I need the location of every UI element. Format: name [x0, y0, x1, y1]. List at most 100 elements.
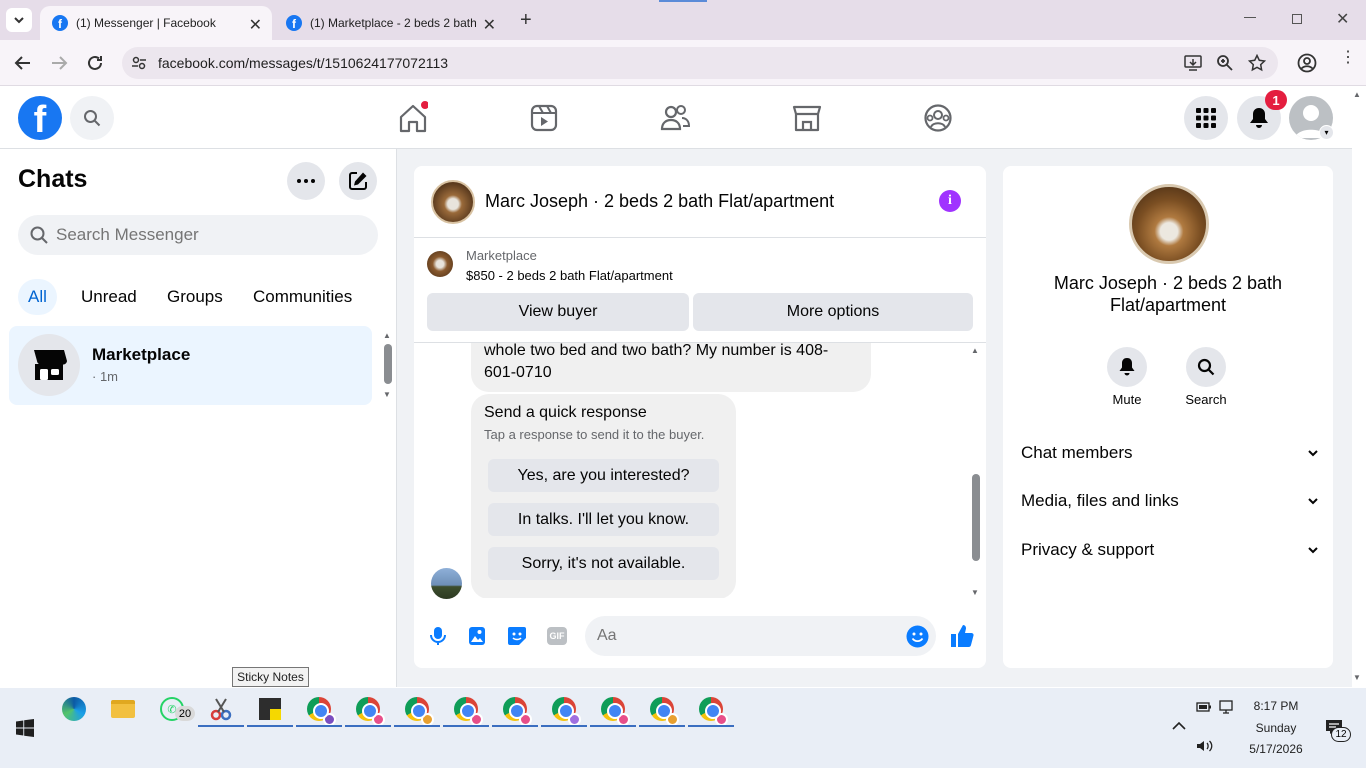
microphone-icon[interactable]	[429, 626, 447, 646]
menu-grid-button[interactable]	[1184, 96, 1228, 140]
mute-button[interactable]	[1107, 347, 1147, 387]
network-icon[interactable]	[1219, 700, 1237, 714]
chats-options-button[interactable]	[287, 162, 325, 200]
sticky-notes-icon[interactable]	[253, 694, 287, 724]
listing-thumbnail	[427, 251, 453, 277]
close-window-icon[interactable]: ✕	[1336, 9, 1349, 29]
new-tab-button[interactable]: +	[520, 9, 532, 32]
message-scroll-down-icon[interactable]: ▼	[971, 588, 979, 597]
clock-day[interactable]: Sunday	[1246, 721, 1306, 735]
whatsapp-badge: 20	[175, 706, 195, 721]
volume-icon[interactable]	[1196, 739, 1214, 753]
view-buyer-button[interactable]: View buyer	[427, 293, 689, 331]
new-message-button[interactable]	[339, 162, 377, 200]
close-tab-icon[interactable]: ✕	[249, 15, 262, 35]
filter-groups[interactable]: Groups	[157, 279, 233, 315]
thumbs-up-icon[interactable]	[949, 623, 975, 649]
clock-date[interactable]: 5/17/2026	[1246, 742, 1306, 756]
chrome-window-icon[interactable]	[547, 694, 581, 726]
emoji-icon[interactable]	[906, 625, 929, 648]
message-composer[interactable]	[585, 616, 936, 656]
scroll-down-arrow-icon[interactable]: ▼	[383, 390, 391, 399]
filter-unread[interactable]: Unread	[71, 279, 147, 315]
restore-window-icon[interactable]	[1292, 14, 1302, 24]
facebook-logo[interactable]: f	[18, 96, 62, 140]
clock-time[interactable]: 8:17 PM	[1246, 699, 1306, 713]
tab-messenger[interactable]: f (1) Messenger | Facebook ✕	[40, 6, 272, 40]
facebook-search-button[interactable]	[70, 96, 114, 140]
snipping-tool-icon[interactable]	[204, 694, 238, 724]
file-explorer-icon[interactable]	[106, 694, 140, 724]
chrome-window-icon[interactable]	[596, 694, 630, 726]
quick-response-option[interactable]: In talks. I'll let you know.	[488, 503, 719, 536]
site-info-icon[interactable]	[131, 55, 147, 71]
privacy-support-section[interactable]: Privacy & support	[1021, 540, 1319, 560]
chat-list-scrollbar[interactable]	[384, 344, 392, 384]
friends-icon[interactable]	[660, 101, 690, 135]
battery-icon[interactable]	[1196, 700, 1212, 714]
tab-title: (1) Messenger | Facebook	[76, 16, 216, 30]
listing-summary[interactable]: $850 - 2 beds 2 bath Flat/apartment	[466, 268, 673, 283]
chrome-window-icon[interactable]	[694, 694, 728, 726]
show-hidden-icons-chevron-icon[interactable]	[1172, 721, 1186, 731]
minimize-window-icon[interactable]	[1244, 17, 1256, 18]
page-scroll-down-icon[interactable]: ▼	[1353, 673, 1361, 682]
messenger-search-field[interactable]	[18, 215, 378, 255]
chat-name: Marketplace	[92, 345, 191, 364]
groups-icon[interactable]	[923, 101, 953, 135]
url-text[interactable]: facebook.com/messages/t/1510624177072113	[158, 55, 448, 71]
details-avatar[interactable]	[1129, 184, 1209, 264]
section-label: Media, files and links	[1021, 491, 1179, 510]
conversation-info-button[interactable]: i	[939, 190, 961, 212]
filter-all[interactable]: All	[18, 279, 57, 315]
zoom-icon[interactable]	[1216, 54, 1234, 72]
install-app-icon[interactable]	[1184, 54, 1202, 72]
messenger-search-input[interactable]	[56, 225, 356, 245]
chrome-window-icon[interactable]	[400, 694, 434, 726]
marketplace-icon[interactable]	[792, 101, 822, 135]
tab-marketplace[interactable]: f (1) Marketplace - 2 beds 2 bath ✕	[274, 6, 506, 40]
chrome-window-icon[interactable]	[302, 694, 336, 726]
chat-members-section[interactable]: Chat members	[1021, 443, 1319, 463]
home-icon[interactable]	[398, 101, 428, 135]
chrome-window-icon[interactable]	[645, 694, 679, 726]
chrome-window-icon[interactable]	[498, 694, 532, 726]
contact-avatar[interactable]	[431, 180, 475, 224]
edge-icon[interactable]	[57, 694, 91, 724]
windows-start-icon[interactable]	[16, 719, 34, 737]
chats-title: Chats	[18, 165, 88, 193]
browser-menu-icon[interactable]: ⋮	[1340, 50, 1356, 66]
media-files-links-section[interactable]: Media, files and links	[1021, 491, 1319, 511]
message-scroll-up-icon[interactable]: ▲	[971, 346, 979, 355]
quick-response-option[interactable]: Yes, are you interested?	[488, 459, 719, 492]
reload-icon[interactable]	[86, 54, 104, 72]
more-options-button[interactable]: More options	[693, 293, 973, 331]
photo-icon[interactable]	[468, 626, 486, 646]
chrome-window-icon[interactable]	[449, 694, 483, 726]
quick-response-option[interactable]: Sorry, it's not available.	[488, 547, 719, 580]
chrome-window-icon[interactable]	[351, 694, 385, 726]
search-icon	[84, 110, 101, 127]
search-conversation-button[interactable]	[1186, 347, 1226, 387]
gif-icon[interactable]: GIF	[547, 627, 567, 645]
reels-icon[interactable]	[529, 101, 559, 135]
account-chevron-icon[interactable]: ▾	[1319, 125, 1334, 140]
chevron-down-icon	[14, 17, 24, 24]
bookmark-star-icon[interactable]	[1248, 54, 1266, 72]
running-indicator	[345, 725, 391, 727]
search-icon	[1197, 358, 1215, 376]
bell-icon	[1119, 358, 1135, 376]
message-input[interactable]	[597, 627, 887, 645]
conversation-title[interactable]: Marc Joseph · 2 beds 2 bath Flat/apartme…	[485, 191, 834, 212]
message-scrollbar[interactable]	[972, 474, 980, 561]
section-label: Privacy & support	[1021, 540, 1155, 559]
filter-communities[interactable]: Communities	[243, 279, 362, 315]
page-scroll-up-icon[interactable]: ▲	[1353, 90, 1361, 99]
sticker-icon[interactable]	[507, 626, 527, 646]
forward-icon[interactable]	[50, 55, 68, 71]
tab-search-button[interactable]	[6, 8, 32, 32]
close-tab-icon[interactable]: ✕	[483, 15, 496, 35]
profile-icon[interactable]	[1297, 53, 1317, 73]
back-icon[interactable]	[14, 55, 32, 71]
scroll-up-arrow-icon[interactable]: ▲	[383, 331, 391, 340]
